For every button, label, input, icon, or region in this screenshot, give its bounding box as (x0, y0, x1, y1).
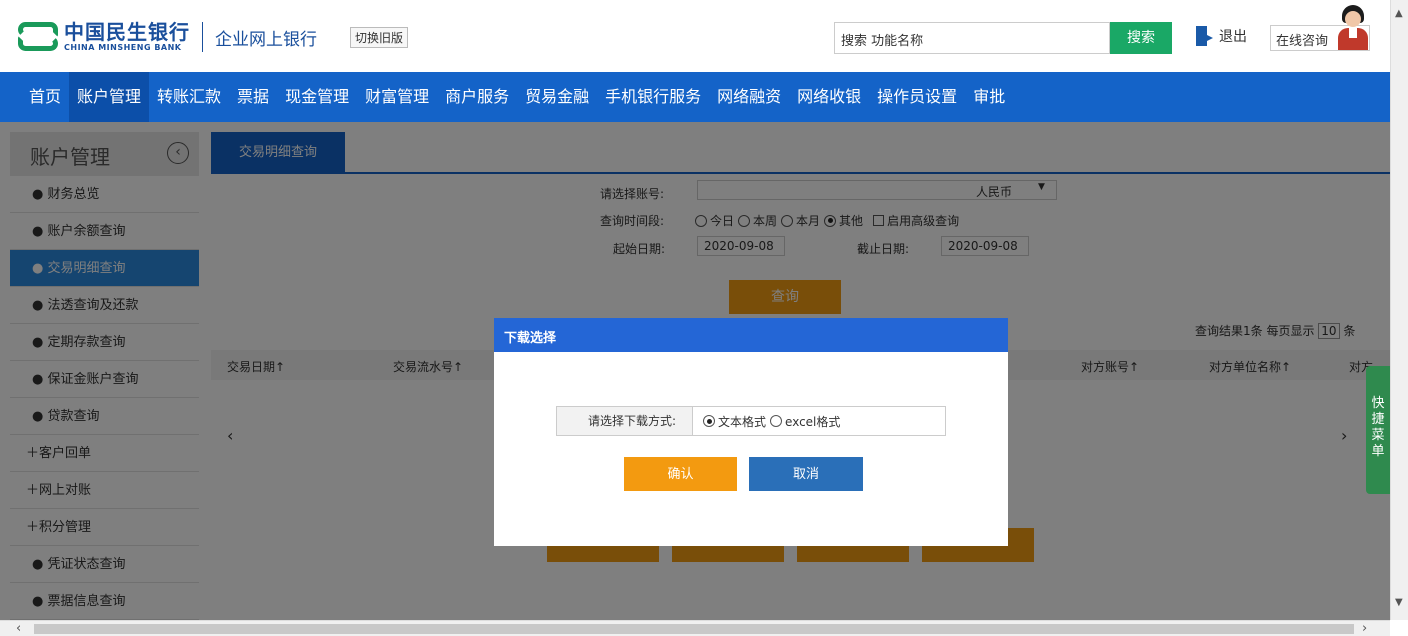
scrollbar-thumb[interactable] (34, 624, 1354, 634)
nav-item[interactable]: 贸易金融 (517, 72, 597, 122)
confirm-button[interactable]: 确认 (624, 457, 737, 491)
nav-item[interactable]: 网络收银 (789, 72, 869, 122)
bank-name-cn: 中国民生银行 (64, 20, 190, 44)
format-option-excel[interactable]: excel格式 (770, 413, 840, 430)
logout-button[interactable]: 退出 (1196, 26, 1247, 46)
vertical-scrollbar[interactable]: ▲ ▼ (1390, 0, 1408, 620)
modal-title: 下载选择 (494, 318, 1008, 352)
nav-item[interactable]: 财富管理 (357, 72, 437, 122)
cancel-button[interactable]: 取消 (749, 457, 863, 491)
radio-selected-icon[interactable] (703, 415, 715, 427)
quick-menu-tab[interactable]: 快捷菜单 (1366, 366, 1390, 494)
nav-item[interactable]: 首页 (21, 72, 69, 122)
nav-item[interactable]: 网络融资 (709, 72, 789, 122)
product-name: 企业网上银行 (215, 29, 317, 50)
scroll-down-icon[interactable]: ▼ (1395, 597, 1403, 608)
bank-logo[interactable]: 中国民生银行 CHINA MINSHENG BANK 企业网上银行 (18, 20, 317, 54)
download-modal: 下载选择 请选择下载方式: 文本格式 excel格式 确认 取消 (494, 318, 1008, 546)
scroll-right-icon[interactable]: › (1362, 621, 1367, 636)
nav-item[interactable]: 手机银行服务 (597, 72, 709, 122)
logout-icon (1196, 26, 1214, 46)
nav-item[interactable]: 审批 (965, 72, 1013, 122)
main-nav: 首页 账户管理 转账汇款 票据 现金管理 财富管理 商户服务 贸易金融 手机银行服务 网络融资 网络… (0, 72, 1390, 122)
bank-name-en: CHINA MINSHENG BANK (64, 43, 182, 52)
nav-item[interactable]: 操作员设置 (869, 72, 965, 122)
nav-item[interactable]: 票据 (229, 72, 277, 122)
scroll-left-icon[interactable]: ‹ (16, 621, 21, 636)
logo-divider (202, 22, 203, 52)
search-button[interactable]: 搜索 (1110, 22, 1172, 54)
radio-unselected-icon[interactable] (770, 415, 783, 427)
logout-label: 退出 (1219, 29, 1247, 45)
service-agent-avatar[interactable] (1334, 2, 1372, 50)
nav-item[interactable]: 商户服务 (437, 72, 517, 122)
switch-old-version-button[interactable]: 切换旧版 (350, 27, 409, 48)
nav-item[interactable]: 转账汇款 (149, 72, 229, 122)
download-format-row: 请选择下载方式: 文本格式 excel格式 (556, 406, 946, 436)
horizontal-scrollbar[interactable]: ‹ › (0, 620, 1390, 636)
nav-item[interactable]: 账户管理 (69, 72, 150, 122)
nav-item[interactable]: 现金管理 (277, 72, 357, 122)
header: 中国民生银行 CHINA MINSHENG BANK 企业网上银行 切换旧版 搜… (0, 0, 1390, 72)
download-format-label: 请选择下载方式: (557, 407, 693, 435)
search-input[interactable]: 搜索 功能名称 (834, 22, 1110, 54)
format-option-text[interactable]: 文本格式 (703, 413, 766, 430)
scroll-up-icon[interactable]: ▲ (1395, 8, 1403, 19)
minsheng-logo-icon (18, 20, 58, 54)
download-format-options: 文本格式 excel格式 (693, 407, 844, 435)
